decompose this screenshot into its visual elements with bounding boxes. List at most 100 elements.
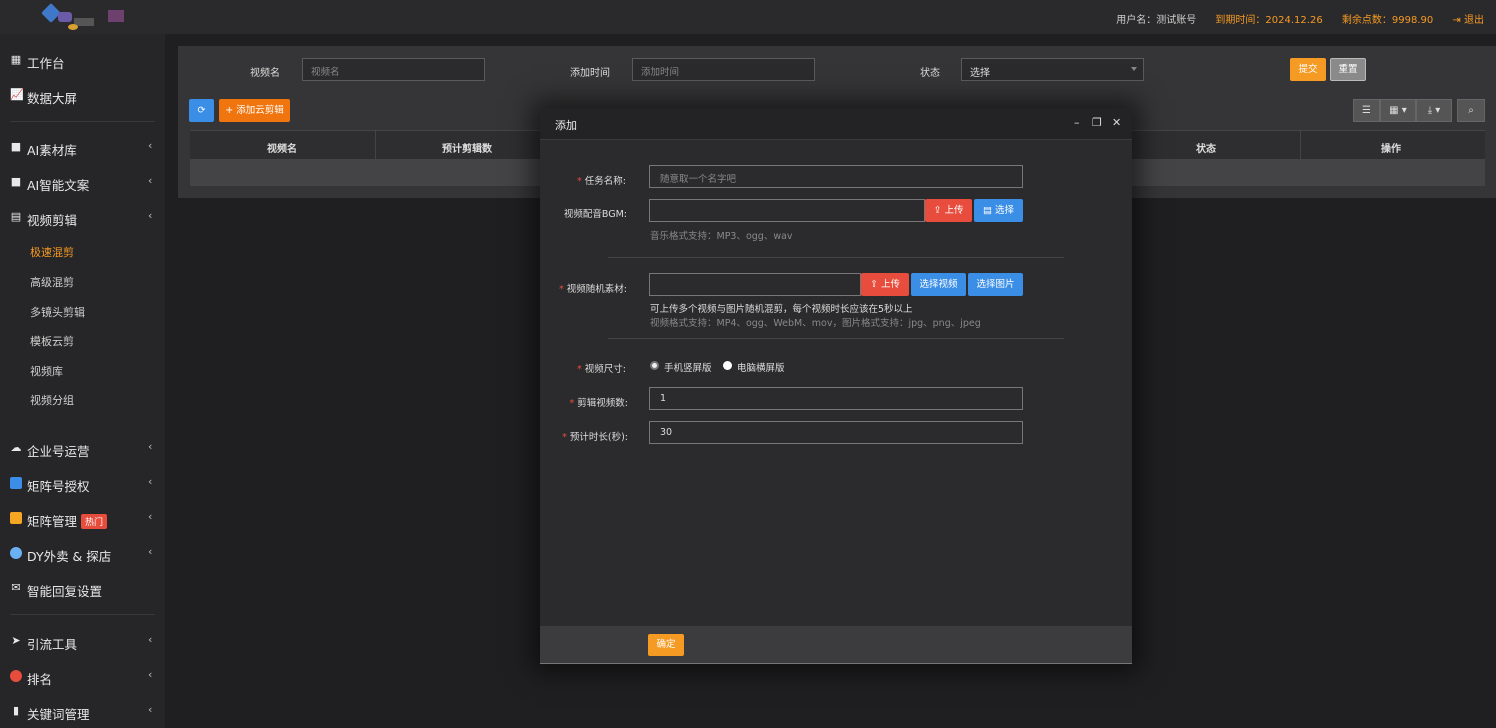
task-name-input[interactable]: 随意取一个名字吧 (649, 165, 1023, 188)
sidebar-subitem-template-cloud[interactable]: 模板云剪 (30, 333, 74, 349)
chevron-left-icon: ‹ (148, 139, 153, 152)
logout-link[interactable]: ⇥ 退出 (1452, 15, 1484, 26)
submit-button[interactable]: 提交 (1290, 58, 1326, 81)
form-divider (608, 257, 1064, 258)
sidebar-item-matrix-manage[interactable]: 矩阵管理 热门 ‹ (0, 507, 165, 531)
logo (24, 2, 144, 32)
duration-input[interactable]: 30 (649, 421, 1023, 444)
sidebar-item-ranking[interactable]: 排名 ‹ (0, 665, 165, 689)
material-input[interactable] (649, 273, 861, 296)
sidebar-subitem-fast-mix[interactable]: 极速混剪 (30, 244, 74, 260)
chevron-left-icon: ‹ (148, 545, 153, 558)
confirm-button[interactable]: 确定 (648, 634, 684, 656)
table-tools: ☰ ▦ ▾ ⤓ ▾ ⌕ (1353, 99, 1485, 122)
column-video-name: 视频名 (267, 144, 297, 155)
chevron-left-icon: ‹ (148, 440, 153, 453)
refresh-icon: ⟳ (197, 105, 206, 116)
sidebar-item-matrix-auth[interactable]: 矩阵号授权 ‹ (0, 472, 165, 496)
form-divider (608, 338, 1064, 339)
material-hint-primary: 可上传多个视频与图片随机混剪，每个视频时长应该在5秒以上 (650, 304, 913, 315)
chevron-left-icon: ‹ (148, 510, 153, 523)
sidebar-item-ai-material[interactable]: ■ AI素材库 ‹ (0, 136, 165, 160)
column-expected-count: 预计剪辑数 (442, 144, 492, 155)
material-upload-button[interactable]: ⇪ 上传 (861, 273, 909, 296)
video-name-input[interactable]: 视频名 (302, 58, 485, 81)
points-text: 剩余点数：9998.90 (1341, 15, 1434, 26)
film-icon: ▤ (10, 210, 22, 223)
list-icon: ☰ (1362, 105, 1371, 116)
username-text: 用户名：测试账号 (1116, 15, 1197, 26)
sidebar-subitem-multi-cam[interactable]: 多镜头剪辑 (30, 304, 85, 320)
folder-icon: ■ (10, 175, 22, 188)
size-portrait-radio[interactable] (650, 361, 659, 370)
count-input[interactable]: 1 (649, 387, 1023, 410)
caret-down-icon (1131, 67, 1137, 71)
user-info: 用户名：测试账号 到期时间：2024.12.26 剩余点数：9998.90 ⇥ … (1100, 11, 1484, 26)
size-label: * 视频尺寸: (577, 364, 626, 375)
bgm-input[interactable] (649, 199, 925, 222)
logout-icon: ⇥ (1452, 15, 1461, 26)
grid-icon: ▦ ▾ (1389, 105, 1407, 116)
column-status: 状态 (1196, 144, 1216, 155)
sidebar-divider (10, 121, 155, 122)
sidebar-item-workbench[interactable]: ▦ 工作台 (0, 49, 165, 73)
cloud-icon: ☁ (10, 441, 22, 454)
add-time-label: 添加时间 (570, 68, 610, 79)
chevron-left-icon: ‹ (148, 209, 153, 222)
globe-icon (10, 547, 22, 559)
filter-panel: 视频名 视频名 添加时间 添加时间 状态 选择 提交 重置 (178, 46, 1496, 98)
sidebar-item-traffic-tool[interactable]: ➤ 引流工具 ‹ (0, 630, 165, 654)
bgm-hint: 音乐格式支持：MP3、ogg、wav (650, 231, 793, 242)
add-time-input[interactable]: 添加时间 (632, 58, 815, 81)
sidebar-subitem-video-library[interactable]: 视频库 (30, 363, 63, 379)
video-icon (10, 512, 22, 524)
sidebar-item-smart-reply[interactable]: ✉ 智能回复设置 (0, 577, 165, 601)
select-image-button[interactable]: 选择图片 (968, 273, 1023, 296)
material-label: * 视频随机素材: (559, 284, 627, 295)
sidebar-item-video-edit[interactable]: ▤ 视频剪辑 ‹ (0, 206, 165, 230)
size-landscape-radio[interactable] (723, 361, 732, 370)
maximize-icon[interactable]: ❐ (1092, 116, 1102, 129)
sidebar-item-enterprise[interactable]: ☁ 企业号运营 ‹ (0, 437, 165, 461)
add-dialog: 添加 – ❐ ✕ * 任务名称: 随意取一个名字吧 视频配音BGM: ⇪ 上传 ▤… (540, 108, 1132, 664)
columns-button[interactable]: ▦ ▾ (1380, 99, 1416, 122)
ranking-icon (10, 670, 22, 682)
sidebar-item-ai-copywriting[interactable]: ■ AI智能文案 ‹ (0, 171, 165, 195)
sidebar-item-data-screen[interactable]: 📈 数据大屏 (0, 84, 165, 108)
chevron-left-icon: ‹ (148, 668, 153, 681)
sidebar-item-dy-delivery[interactable]: DY外卖 & 探店 ‹ (0, 542, 165, 566)
dialog-title: 添加 (555, 119, 577, 132)
refresh-button[interactable]: ⟳ (189, 99, 214, 122)
windows-icon: ▦ (10, 53, 22, 66)
chevron-left-icon: ‹ (148, 703, 153, 716)
plus-icon: + (225, 105, 234, 116)
bgm-select-button[interactable]: ▤ 选择 (974, 199, 1023, 222)
search-icon: ⌕ (1468, 105, 1474, 116)
folder-icon: ■ (10, 140, 22, 153)
close-icon[interactable]: ✕ (1112, 116, 1121, 129)
search-button[interactable]: ⌕ (1457, 99, 1485, 122)
paper-plane-icon: ➤ (11, 634, 21, 647)
toggle-view-button[interactable]: ☰ (1353, 99, 1380, 122)
add-cloud-edit-button[interactable]: + 添加云剪辑 (219, 99, 290, 122)
export-button[interactable]: ⤓ ▾ (1416, 99, 1452, 122)
document-icon: ▮ (12, 704, 20, 717)
top-bar: 用户名：测试账号 到期时间：2024.12.26 剩余点数：9998.90 ⇥ … (0, 0, 1496, 34)
bgm-upload-button[interactable]: ⇪ 上传 (925, 199, 972, 222)
size-portrait-label: 手机竖屏版 (664, 363, 712, 374)
size-landscape-label: 电脑横屏版 (737, 363, 785, 374)
sidebar-item-keywords[interactable]: ▮ 关键词管理 ‹ (0, 700, 165, 724)
status-select[interactable]: 选择 (961, 58, 1144, 81)
line-chart-icon: 📈 (10, 88, 24, 101)
sidebar-subitem-video-group[interactable]: 视频分组 (30, 392, 74, 408)
count-label: * 剪辑视频数: (569, 398, 628, 409)
chevron-left-icon: ‹ (148, 174, 153, 187)
minimize-icon[interactable]: – (1074, 116, 1080, 129)
export-icon: ⤓ ▾ (1427, 105, 1441, 116)
select-video-button[interactable]: 选择视频 (911, 273, 966, 296)
reset-button[interactable]: 重置 (1330, 58, 1366, 81)
hot-badge: 热门 (81, 514, 108, 529)
sidebar-subitem-advanced-mix[interactable]: 高级混剪 (30, 274, 74, 290)
video-name-label: 视频名 (250, 68, 280, 79)
column-actions: 操作 (1381, 144, 1401, 155)
